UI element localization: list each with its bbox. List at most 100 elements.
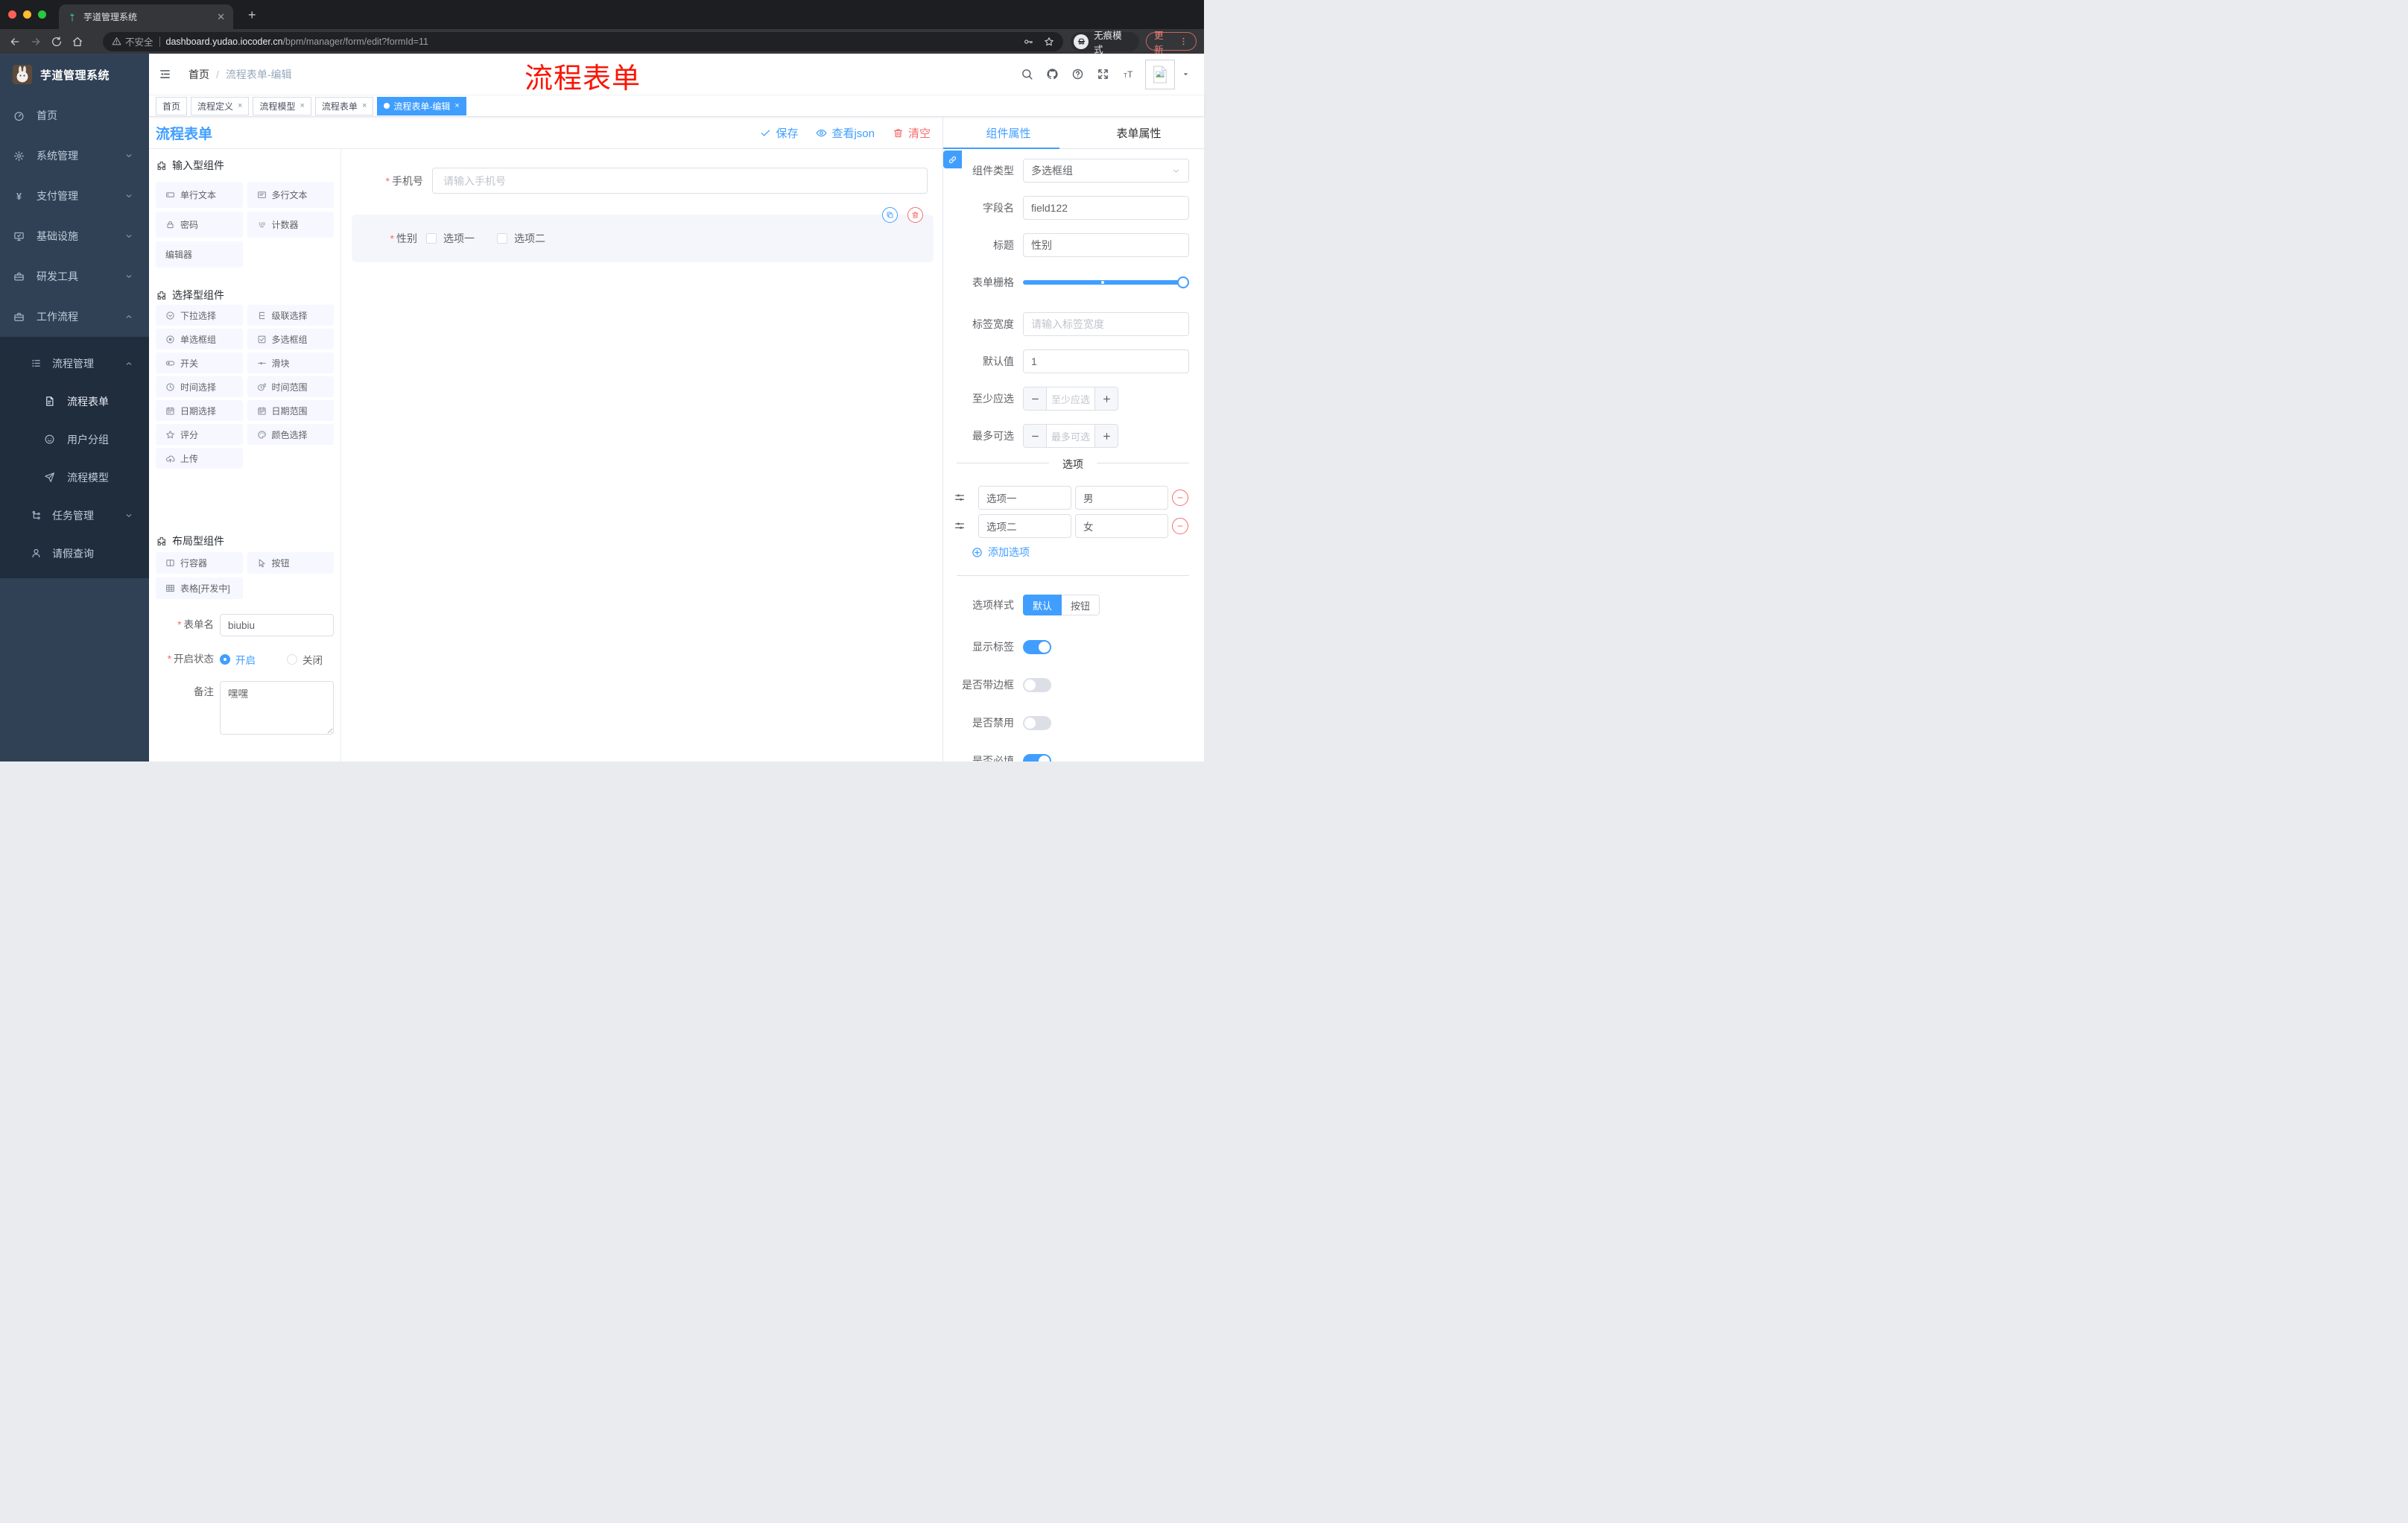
view-tag-4[interactable]: 流程表单-编辑 × <box>377 96 466 115</box>
form-grid-slider[interactable] <box>1023 270 1189 294</box>
help-icon[interactable] <box>1071 68 1084 80</box>
component-cascader[interactable]: 级联选择 <box>247 305 334 326</box>
min-select-value[interactable]: 至少应选 <box>1047 387 1094 410</box>
toggle-switch[interactable] <box>1023 639 1051 654</box>
sidebar-item-tree[interactable]: 任务管理 <box>0 496 149 534</box>
style-button-radio[interactable]: 按钮 <box>1062 595 1100 615</box>
back-icon[interactable] <box>9 36 21 48</box>
home-icon[interactable] <box>72 36 83 48</box>
form-canvas[interactable]: * 手机号 请输入手机号 * 性别 选项一 选项二 <box>341 149 942 762</box>
sidebar-item-gauge[interactable]: 首页 <box>0 95 149 136</box>
status-off-radio[interactable] <box>287 654 297 665</box>
sidebar-item-person[interactable]: 请假查询 <box>0 534 149 572</box>
tab-close-icon[interactable]: ✕ <box>217 11 225 23</box>
tag-close-icon[interactable]: × <box>454 101 459 110</box>
status-off-label[interactable]: 关闭 <box>302 652 323 667</box>
sidebar-item-gear[interactable]: 系统管理 <box>0 136 149 176</box>
option-value-input[interactable] <box>1075 486 1168 510</box>
avatar-caret-icon[interactable] <box>1181 69 1191 79</box>
status-on-radio[interactable] <box>220 654 230 665</box>
view-tag-3[interactable]: 流程表单 × <box>314 96 374 115</box>
toggle-switch[interactable] <box>1023 677 1051 692</box>
canvas-phone-field[interactable]: * 手机号 请输入手机号 <box>352 168 928 194</box>
component-columns[interactable]: 行容器 <box>156 552 243 574</box>
sidebar-item-face[interactable]: 用户分组 <box>0 420 149 458</box>
component-palette[interactable]: 颜色选择 <box>247 424 334 445</box>
component-checkbox[interactable]: 多选框组 <box>247 329 334 349</box>
window-minimize-button[interactable] <box>23 10 31 19</box>
toggle-switch[interactable] <box>1023 715 1051 730</box>
label-width-input[interactable] <box>1023 312 1189 336</box>
breadcrumb-home[interactable]: 首页 <box>188 67 209 82</box>
sidebar-collapse-icon[interactable] <box>159 68 171 80</box>
field-name-input[interactable] <box>1023 196 1189 220</box>
duplicate-component-button[interactable] <box>882 207 898 223</box>
reload-icon[interactable] <box>51 36 63 48</box>
component-counter[interactable]: 计数器 <box>247 212 334 238</box>
gender-option2-label[interactable]: 选项二 <box>514 231 545 246</box>
component-switch[interactable]: 开关 <box>156 352 243 373</box>
tag-close-icon[interactable]: × <box>362 101 367 110</box>
status-on-label[interactable]: 开启 <box>235 652 256 667</box>
component-lock[interactable]: 密码 <box>156 212 243 238</box>
window-close-button[interactable] <box>8 10 16 19</box>
view-tag-0[interactable]: 首页 <box>156 96 188 115</box>
option-name-input[interactable] <box>978 514 1071 538</box>
title-input[interactable] <box>1023 233 1189 257</box>
clear-button[interactable]: 清空 <box>893 125 931 141</box>
toggle-switch[interactable] <box>1023 753 1051 762</box>
forward-icon[interactable] <box>30 36 42 48</box>
add-option-button[interactable]: 添加选项 <box>972 546 1204 558</box>
save-button[interactable]: 保存 <box>760 125 798 141</box>
stepper-decrease-button[interactable] <box>1024 387 1047 410</box>
sidebar-item-doc-edit[interactable]: 流程表单 <box>0 382 149 420</box>
tab-component-props[interactable]: 组件属性 <box>943 117 1074 148</box>
component-type-select[interactable]: 多选框组 <box>1023 159 1189 183</box>
component-time[interactable]: 时间选择 <box>156 376 243 397</box>
stepper-decrease-button[interactable] <box>1024 425 1047 447</box>
stepper-increase-button[interactable] <box>1094 387 1118 410</box>
view-tag-2[interactable]: 流程模型 × <box>253 96 311 115</box>
component-pointer[interactable]: 按钮 <box>247 552 334 574</box>
delete-component-button[interactable] <box>907 207 923 223</box>
sidebar-item-monitor[interactable]: 基础设施 <box>0 216 149 256</box>
component-editor[interactable]: 编辑器 <box>156 241 243 267</box>
gender-option1-checkbox[interactable] <box>426 233 437 244</box>
sidebar-item-plane[interactable]: 流程模型 <box>0 458 149 496</box>
phone-input[interactable]: 请输入手机号 <box>432 168 928 194</box>
default-value-input[interactable] <box>1023 349 1189 373</box>
component-star[interactable]: 评分 <box>156 424 243 445</box>
remark-textarea[interactable]: 嘿嘿 <box>220 681 334 735</box>
bookmark-star-icon[interactable] <box>1044 37 1054 47</box>
sidebar-item-briefcase[interactable]: 工作流程 <box>0 297 149 337</box>
drag-handle-icon[interactable] <box>953 520 966 532</box>
new-tab-button[interactable]: + <box>244 6 261 24</box>
view-json-button[interactable]: 查看json <box>816 125 875 141</box>
tab-form-props[interactable]: 表单属性 <box>1074 117 1204 148</box>
component-select[interactable]: 下拉选择 <box>156 305 243 326</box>
component-date-range[interactable]: 日期范围 <box>247 400 334 421</box>
component-textarea[interactable]: 多行文本 <box>247 182 334 208</box>
remove-option-button[interactable] <box>1172 490 1188 506</box>
window-zoom-button[interactable] <box>38 10 46 19</box>
component-text-field[interactable]: 单行文本 <box>156 182 243 208</box>
tag-close-icon[interactable]: × <box>300 101 304 110</box>
update-button[interactable]: 更新 <box>1146 31 1197 55</box>
address-bar[interactable]: 不安全 dashboard.yudao.iocoder.cn /bpm/mana… <box>103 31 1064 51</box>
form-name-input[interactable] <box>220 614 334 636</box>
sidebar-item-list-tree[interactable]: 流程管理 <box>0 344 149 382</box>
option-name-input[interactable] <box>978 486 1071 510</box>
stepper-increase-button[interactable] <box>1094 425 1118 447</box>
canvas-gender-field-selected[interactable]: * 性别 选项一 选项二 <box>352 207 934 262</box>
max-select-value[interactable]: 最多可选 <box>1047 425 1094 447</box>
view-tag-1[interactable]: 流程定义 × <box>191 96 250 115</box>
component-radio[interactable]: 单选框组 <box>156 329 243 349</box>
slider-handle[interactable] <box>1177 276 1189 288</box>
gender-option2-checkbox[interactable] <box>497 233 507 244</box>
gender-option1-label[interactable]: 选项一 <box>443 231 475 246</box>
remove-option-button[interactable] <box>1172 518 1188 534</box>
avatar[interactable] <box>1145 59 1175 89</box>
component-date[interactable]: 日期选择 <box>156 400 243 421</box>
component-table[interactable]: 表格[开发中] <box>156 577 243 599</box>
not-secure-icon[interactable] <box>112 37 121 46</box>
